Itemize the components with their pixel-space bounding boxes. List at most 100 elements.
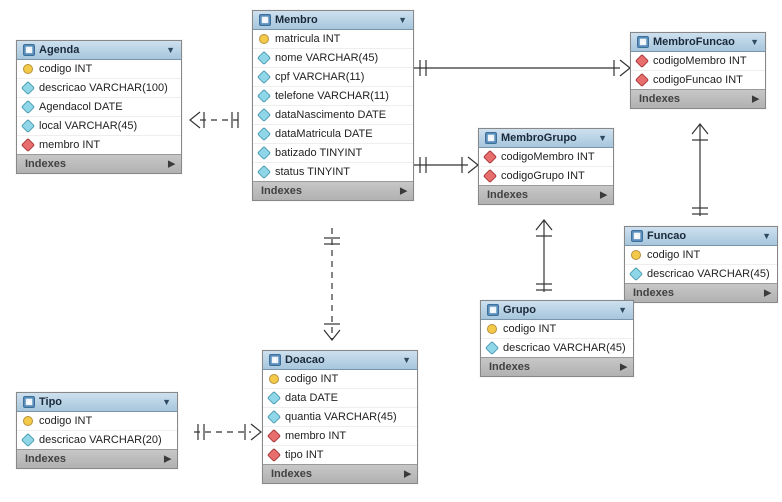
column-row: codigoMembro INT: [631, 52, 765, 71]
entity-header[interactable]: ▦MembroGrupo▼: [479, 129, 613, 148]
indexes-section[interactable]: Indexes▶: [263, 464, 417, 483]
table-icon: ▦: [23, 44, 35, 56]
entity-title: Grupo: [503, 304, 536, 316]
entity-title: MembroGrupo: [501, 132, 577, 144]
table-icon: ▦: [23, 396, 35, 408]
column-row: descricao VARCHAR(20): [17, 431, 177, 449]
column-row: codigo INT: [17, 60, 181, 79]
chevron-right-icon: ▶: [620, 362, 627, 373]
column-row: quantia VARCHAR(45): [263, 408, 417, 427]
entity-header[interactable]: ▦Tipo▼: [17, 393, 177, 412]
entity-header[interactable]: ▦Grupo▼: [481, 301, 633, 320]
column-label: descricao VARCHAR(20): [39, 434, 162, 446]
chevron-down-icon: ▼: [618, 305, 627, 315]
column-label: codigoGrupo INT: [501, 170, 585, 182]
column-row: local VARCHAR(45): [17, 117, 181, 136]
column-row: codigoMembro INT: [479, 148, 613, 167]
chevron-down-icon: ▼: [166, 45, 175, 55]
column-label: codigo INT: [647, 249, 700, 261]
fk-diamond-icon: [21, 138, 35, 152]
column-row: Agendacol DATE: [17, 98, 181, 117]
entity-grupo[interactable]: ▦Grupo▼codigo INTdescricao VARCHAR(45)In…: [480, 300, 634, 377]
entity-membroFuncao[interactable]: ▦MembroFuncao▼codigoMembro INTcodigoFunc…: [630, 32, 766, 109]
column-row: membro INT: [263, 427, 417, 446]
column-label: descricao VARCHAR(100): [39, 82, 168, 94]
column-row: telefone VARCHAR(11): [253, 87, 413, 106]
column-row: status TINYINT: [253, 163, 413, 181]
indexes-section[interactable]: Indexes ▶: [17, 154, 181, 173]
entity-title: Doacao: [285, 354, 325, 366]
entity-header[interactable]: ▦ Doacao ▼: [263, 351, 417, 370]
column-label: membro INT: [285, 430, 346, 442]
column-label: codigo INT: [39, 63, 92, 75]
column-row: codigoFuncao INT: [631, 71, 765, 89]
column-label: descricao VARCHAR(45): [647, 268, 770, 280]
column-row: codigoGrupo INT: [479, 167, 613, 185]
column-label: codigo INT: [503, 323, 556, 335]
key-icon: [259, 34, 269, 44]
entity-header[interactable]: ▦MembroFuncao▼: [631, 33, 765, 52]
column-row: dataMatricula DATE: [253, 125, 413, 144]
indexes-label: Indexes: [487, 189, 528, 201]
column-diamond-icon: [257, 70, 271, 84]
entity-header[interactable]: ▦Membro▼: [253, 11, 413, 30]
entity-agenda[interactable]: ▦ Agenda ▼ codigo INT descricao VARCHAR(100)…: [16, 40, 182, 174]
key-icon: [23, 416, 33, 426]
chevron-right-icon: ▶: [400, 186, 407, 197]
column-label: data DATE: [285, 392, 338, 404]
fk-diamond-icon: [267, 429, 281, 443]
indexes-section[interactable]: Indexes▶: [625, 283, 777, 302]
entity-doacao[interactable]: ▦Doacao▼codigo INTdata DATEquantia VARCH…: [262, 350, 418, 484]
entity-title: Tipo: [39, 396, 62, 408]
chevron-right-icon: ▶: [764, 288, 771, 299]
column-row: dataNascimento DATE: [253, 106, 413, 125]
chevron-down-icon: ▼: [750, 37, 759, 47]
indexes-section[interactable]: Indexes▶: [631, 89, 765, 108]
entity-membro[interactable]: ▦Membro▼ matricula INT nome VARCHAR(45) cpf…: [252, 10, 414, 201]
indexes-section[interactable]: Indexes▶: [481, 357, 633, 376]
chevron-right-icon: ▶: [168, 159, 175, 170]
entity-membroGrupo[interactable]: ▦MembroGrupo▼ codigoMembro INT codigoGrupo…: [478, 128, 614, 205]
indexes-section[interactable]: Indexes▶: [479, 185, 613, 204]
column-label: matricula INT: [275, 33, 340, 45]
column-label: codigoFuncao INT: [653, 74, 743, 86]
column-diamond-icon: [257, 127, 271, 141]
column-label: batizado TINYINT: [275, 147, 362, 159]
column-diamond-icon: [485, 341, 499, 355]
entity-columns: codigoMembro INT codigoFuncao INT: [631, 52, 765, 89]
entity-funcao[interactable]: ▦Funcao▼ codigo INT descricao VARCHAR(45) I…: [624, 226, 778, 303]
entity-title: Agenda: [39, 44, 79, 56]
chevron-down-icon: ▼: [402, 355, 411, 365]
indexes-section[interactable]: Indexes ▶: [17, 449, 177, 468]
column-diamond-icon: [257, 108, 271, 122]
column-label: codigo INT: [39, 415, 92, 427]
column-row: descricao VARCHAR(45): [481, 339, 633, 357]
entity-columns: codigo INT descricao VARCHAR(45): [625, 246, 777, 283]
column-label: quantia VARCHAR(45): [285, 411, 397, 423]
column-label: descricao VARCHAR(45): [503, 342, 626, 354]
column-label: nome VARCHAR(45): [275, 52, 378, 64]
table-icon: ▦: [631, 230, 643, 242]
entity-columns: codigo INT descricao VARCHAR(20): [17, 412, 177, 449]
chevron-down-icon: ▼: [398, 15, 407, 25]
entity-tipo[interactable]: ▦Tipo▼codigo INTdescricao VARCHAR(20)Ind…: [16, 392, 178, 469]
column-label: codigoMembro INT: [501, 151, 595, 163]
key-icon: [631, 250, 641, 260]
column-row: cpf VARCHAR(11): [253, 68, 413, 87]
column-diamond-icon: [21, 81, 35, 95]
table-icon: ▦: [269, 354, 281, 366]
chevron-right-icon: ▶: [752, 94, 759, 105]
entity-header[interactable]: ▦Funcao▼: [625, 227, 777, 246]
entity-title: MembroFuncao: [653, 36, 735, 48]
column-label: Agendacol DATE: [39, 101, 123, 113]
indexes-label: Indexes: [261, 185, 302, 197]
column-label: dataMatricula DATE: [275, 128, 373, 140]
chevron-right-icon: ▶: [164, 454, 171, 465]
indexes-label: Indexes: [25, 453, 66, 465]
key-icon: [23, 64, 33, 74]
indexes-section[interactable]: Indexes ▶: [253, 181, 413, 200]
indexes-label: Indexes: [25, 158, 66, 170]
column-label: membro INT: [39, 139, 100, 151]
entity-header[interactable]: ▦ Agenda ▼: [17, 41, 181, 60]
column-row: codigo INT: [17, 412, 177, 431]
